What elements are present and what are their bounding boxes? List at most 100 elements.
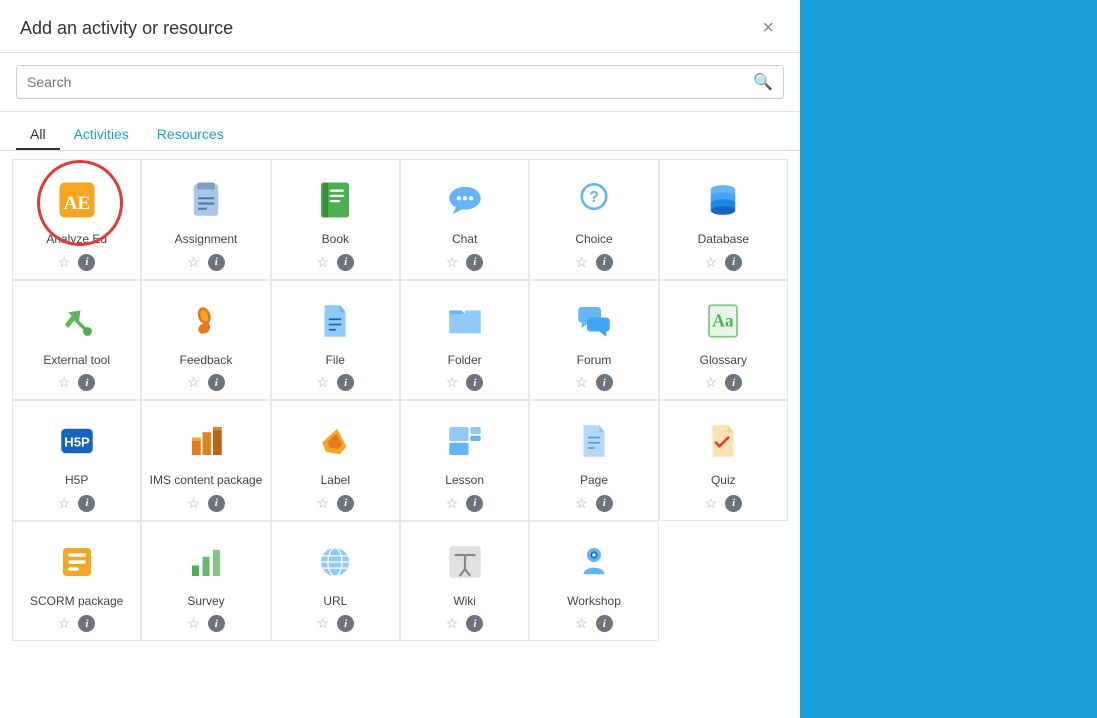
info-icon[interactable]: i (78, 374, 95, 391)
star-icon[interactable]: ☆ (58, 615, 71, 632)
info-icon[interactable]: i (337, 374, 354, 391)
item-label: Choice (575, 232, 612, 248)
list-item[interactable]: Workshop ☆ i (529, 521, 658, 642)
star-icon[interactable]: ☆ (187, 254, 200, 271)
list-item[interactable]: Lesson ☆ i (400, 400, 529, 521)
list-item[interactable]: Wiki ☆ i (400, 521, 529, 642)
list-item[interactable]: Folder ☆ i (400, 280, 529, 401)
star-icon[interactable]: ☆ (575, 495, 588, 512)
tab-activities[interactable]: Activities (60, 120, 143, 150)
list-item[interactable]: Chat ☆ i (400, 159, 529, 280)
star-icon[interactable]: ☆ (317, 495, 330, 512)
tab-resources[interactable]: Resources (143, 120, 238, 150)
list-item[interactable]: External tool ☆ i (12, 280, 141, 401)
info-icon[interactable]: i (466, 495, 483, 512)
item-actions: ☆ i (58, 254, 96, 271)
star-icon[interactable]: ☆ (575, 374, 588, 391)
info-icon[interactable]: i (78, 615, 95, 632)
star-icon[interactable]: ☆ (317, 374, 330, 391)
list-item[interactable]: URL ☆ i (271, 521, 400, 642)
page-icon (568, 415, 620, 467)
star-icon[interactable]: ☆ (575, 254, 588, 271)
star-icon[interactable]: ☆ (446, 374, 459, 391)
info-icon[interactable]: i (725, 374, 742, 391)
star-icon[interactable]: ☆ (317, 615, 330, 632)
item-label: Chat (452, 232, 477, 248)
info-icon[interactable]: i (466, 615, 483, 632)
item-actions: ☆ i (58, 615, 96, 632)
quiz-icon (697, 415, 749, 467)
info-icon[interactable]: i (725, 495, 742, 512)
info-icon[interactable]: i (208, 495, 225, 512)
h5p-icon: H5P (51, 415, 103, 467)
list-item[interactable]: SCORM package ☆ i (12, 521, 141, 642)
list-item[interactable]: Survey ☆ i (141, 521, 270, 642)
list-item[interactable]: ? Choice ☆ i (529, 159, 658, 280)
analyze-ed-icon: AE (51, 174, 103, 226)
info-icon[interactable]: i (208, 615, 225, 632)
star-icon[interactable]: ☆ (58, 254, 71, 271)
info-icon[interactable]: i (596, 374, 613, 391)
list-item[interactable]: IMS content package ☆ i (141, 400, 270, 521)
list-item[interactable]: AE Analyze Ed ☆ i (12, 159, 141, 280)
info-icon[interactable]: i (596, 254, 613, 271)
info-icon[interactable]: i (466, 374, 483, 391)
search-bar: 🔍 (0, 53, 800, 112)
star-icon[interactable]: ☆ (187, 495, 200, 512)
star-icon[interactable]: ☆ (446, 495, 459, 512)
list-item[interactable]: Quiz ☆ i (659, 400, 788, 521)
star-icon[interactable]: ☆ (58, 374, 71, 391)
info-icon[interactable]: i (208, 254, 225, 271)
info-icon[interactable]: i (596, 495, 613, 512)
info-icon[interactable]: i (466, 254, 483, 271)
item-actions: ☆ i (705, 374, 743, 391)
info-icon[interactable]: i (337, 495, 354, 512)
list-item[interactable]: Database ☆ i (659, 159, 788, 280)
star-icon[interactable]: ☆ (705, 254, 718, 271)
svg-text:AE: AE (63, 193, 90, 214)
info-icon[interactable]: i (208, 374, 225, 391)
item-label: File (326, 353, 345, 369)
item-actions: ☆ i (317, 374, 355, 391)
list-item[interactable]: Page ☆ i (529, 400, 658, 521)
item-label: H5P (65, 473, 88, 489)
info-icon[interactable]: i (337, 615, 354, 632)
list-item[interactable]: File ☆ i (271, 280, 400, 401)
list-item[interactable]: H5P H5P ☆ i (12, 400, 141, 521)
close-button[interactable]: × (756, 16, 780, 40)
tab-all[interactable]: All (16, 120, 60, 150)
file-icon (309, 295, 361, 347)
list-item[interactable]: Forum ☆ i (529, 280, 658, 401)
item-actions: ☆ i (575, 254, 613, 271)
lesson-icon (439, 415, 491, 467)
info-icon[interactable]: i (78, 254, 95, 271)
item-actions: ☆ i (187, 495, 225, 512)
list-item[interactable]: Feedback ☆ i (141, 280, 270, 401)
item-actions: ☆ i (575, 374, 613, 391)
item-actions: ☆ i (317, 495, 355, 512)
info-icon[interactable]: i (78, 495, 95, 512)
star-icon[interactable]: ☆ (446, 254, 459, 271)
search-input[interactable] (27, 74, 753, 90)
star-icon[interactable]: ☆ (187, 615, 200, 632)
list-item[interactable]: Assignment ☆ i (141, 159, 270, 280)
star-icon[interactable]: ☆ (187, 374, 200, 391)
info-icon[interactable]: i (596, 615, 613, 632)
list-item[interactable]: Label ☆ i (271, 400, 400, 521)
star-icon[interactable]: ☆ (705, 374, 718, 391)
grid-container: AE Analyze Ed ☆ i (0, 151, 800, 718)
star-icon[interactable]: ☆ (58, 495, 71, 512)
star-icon[interactable]: ☆ (705, 495, 718, 512)
feedback-icon (180, 295, 232, 347)
list-item[interactable]: Book ☆ i (271, 159, 400, 280)
star-icon[interactable]: ☆ (575, 615, 588, 632)
scorm-icon (51, 536, 103, 588)
star-icon[interactable]: ☆ (317, 254, 330, 271)
info-icon[interactable]: i (725, 254, 742, 271)
ims-icon (180, 415, 232, 467)
info-icon[interactable]: i (337, 254, 354, 271)
list-item[interactable]: Aa Glossary ☆ i (659, 280, 788, 401)
item-label: Feedback (180, 353, 233, 369)
star-icon[interactable]: ☆ (446, 615, 459, 632)
search-icon: 🔍 (753, 72, 773, 92)
